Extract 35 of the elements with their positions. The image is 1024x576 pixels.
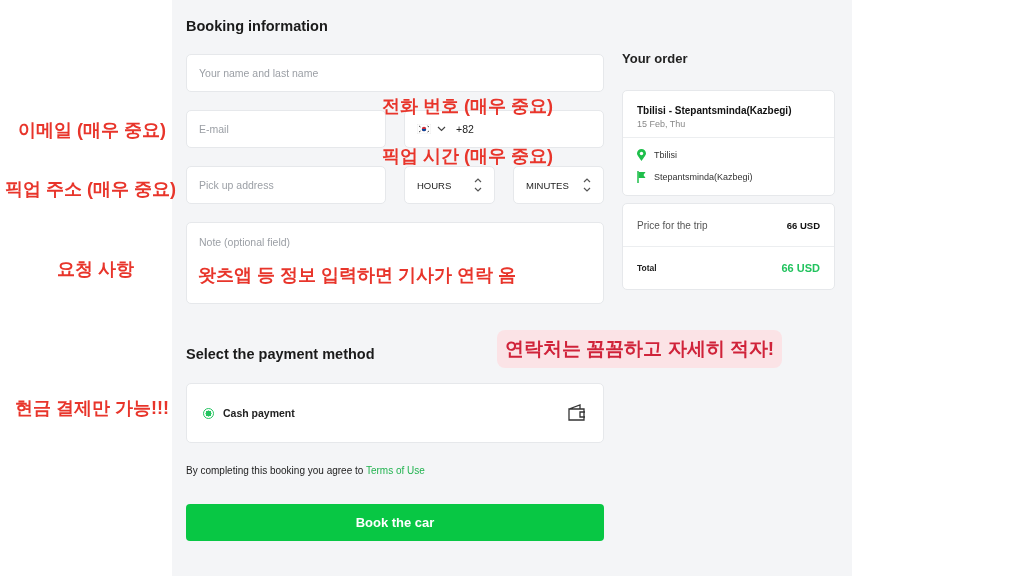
stop-name: Stepantsminda(Kazbegi) [654, 172, 753, 182]
order-title: Your order [622, 51, 689, 66]
price-label: Price for the trip [637, 219, 708, 231]
trip-date: 15 Feb, Thu [637, 119, 687, 129]
stop-name: Tbilisi [654, 150, 677, 160]
minutes-select[interactable]: MINUTES [513, 166, 604, 204]
phone-number-input[interactable]: +82 [456, 123, 556, 135]
route-title: Tbilisi - Stepantsminda(Kazbegi) [637, 105, 793, 116]
chevron-down-icon[interactable] [437, 126, 446, 132]
name-field[interactable]: Your name and last name [186, 54, 604, 92]
flag-icon [637, 171, 646, 183]
pickup-address-field[interactable]: Pick up address [186, 166, 386, 204]
total-value: 66 USD [781, 262, 820, 274]
email-field[interactable]: E-mail [186, 110, 386, 148]
annotation-text: 이메일 (매우 중요) [18, 119, 166, 142]
price-value: 66 USD [786, 219, 820, 231]
terms-text: By completing this booking you agree to Terms of Use [186, 465, 426, 478]
up-down-icon [583, 177, 591, 193]
section-title: Booking information [186, 18, 328, 36]
wallet-icon [567, 404, 587, 422]
annotation-text: 요청 사항 [57, 258, 134, 281]
payment-option[interactable]: Cash payment [186, 383, 604, 443]
up-down-icon [474, 177, 482, 193]
pin-icon [637, 149, 646, 161]
radio-button[interactable] [203, 407, 214, 419]
payment-label: Cash payment [223, 407, 296, 419]
annotation-text: 왓츠앱 등 정보 입력하면 기사가 연락 옴 [198, 264, 516, 287]
annotation-text: 현금 결제만 가능!!! [15, 397, 169, 420]
section-title: Select the payment method [186, 346, 375, 364]
flag-icon [417, 124, 431, 134]
annotation-text: 픽업 주소 (매우 중요) [5, 178, 176, 201]
annotation-text: 픽업 시간 (매우 중요) [382, 145, 553, 168]
callout-note: 연락처는 꼼꼼하고 자세히 적자! [497, 330, 783, 368]
hours-select[interactable]: HOURS [404, 166, 495, 204]
total-label: Total [637, 263, 657, 273]
